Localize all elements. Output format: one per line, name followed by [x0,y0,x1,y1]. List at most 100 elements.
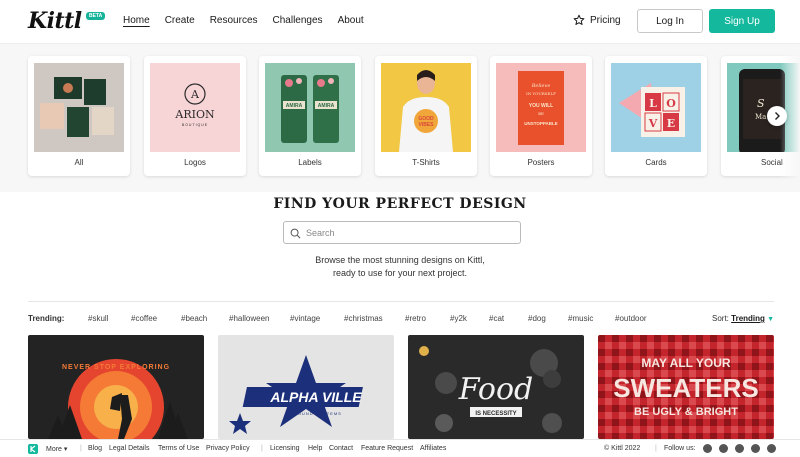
category-posters-thumbnail: Believe IN YOURSELF YOU WILL BE UNSTOPPA… [496,63,586,152]
tag-skull[interactable]: #skull [88,314,108,323]
category-card-tshirts[interactable]: GOOD VIBES T-Shirts [375,56,477,176]
nav-home[interactable]: Home [123,15,150,26]
label-brand-right: AMIRA [318,103,335,109]
footer-more[interactable]: More ▾ [46,445,67,453]
tag-beach[interactable]: #beach [181,314,207,323]
search-input[interactable] [306,225,516,240]
footer-link-feature-request[interactable]: Feature Request [361,445,413,452]
sort-label: Sort: [712,314,729,323]
tag-retro[interactable]: #retro [405,314,426,323]
nav-challenges[interactable]: Challenges [273,15,323,26]
svg-text:O: O [666,97,676,110]
category-label: T-Shirts [412,158,440,167]
tag-y2k[interactable]: #y2k [450,314,467,323]
tag-dog[interactable]: #dog [528,314,546,323]
hero-subtitle-line2: ready to use for your next project. [332,268,468,278]
sort-value[interactable]: Trending [731,314,765,323]
tag-outdoor[interactable]: #outdoor [615,314,647,323]
instagram-icon[interactable] [735,444,744,453]
design-line1: MAY ALL YOUR [641,356,730,370]
nav-create[interactable]: Create [165,15,195,26]
design-card[interactable]: MAY ALL YOUR SWEATERS BE UGLY & BRIGHT [598,335,774,439]
star-icon [573,14,585,25]
category-logos-thumbnail: A ARION BOUTIQUE [150,63,240,152]
footer-link-terms[interactable]: Terms of Use [158,445,199,452]
category-card-labels[interactable]: AMIRA AMIRA Labels [259,56,361,176]
footer-link-affiliates[interactable]: Affiliates [420,445,446,452]
pricing-label: Pricing [590,14,621,26]
carousel-next-button[interactable] [767,106,787,126]
tag-halloween[interactable]: #halloween [229,314,269,323]
design-thumbnail: ALPHA VILLE SOUND SYSTEMS [218,335,394,439]
pinterest-icon[interactable] [751,444,760,453]
twitter-icon[interactable] [719,444,728,453]
category-label: Posters [527,158,555,167]
design-line2: SWEATERS [613,373,758,403]
nav-about[interactable]: About [338,15,364,26]
hero-subtitle-line1: Browse the most stunning designs on Kitt… [315,255,485,265]
design-thumbnail: Food IS NECESSITY [408,335,584,439]
nav-resources[interactable]: Resources [210,15,258,26]
category-card-all[interactable]: All [28,56,130,176]
tag-music[interactable]: #music [568,314,593,323]
label-brand-left: AMIRA [286,103,303,109]
design-subtext: IS NECESSITY [475,411,516,417]
design-card[interactable]: NEVER STOP EXPLORING [28,335,204,439]
category-labels-thumbnail: AMIRA AMIRA [265,63,355,152]
tag-christmas[interactable]: #christmas [344,314,383,323]
kittl-mark-icon[interactable] [28,444,38,454]
section-divider [28,301,774,302]
svg-text:BE: BE [538,111,544,116]
svg-text:UNSTOPPABLE: UNSTOPPABLE [524,121,558,126]
footer-link-legal[interactable]: Legal Details [109,445,149,452]
design-text: Food [458,372,534,407]
design-text: ALPHA VILLE [269,389,362,405]
pricing-link[interactable]: Pricing [573,14,621,26]
top-nav: Kittl BETA Home Create Resources Challen… [0,0,800,44]
design-thumbnail: MAY ALL YOUR SWEATERS BE UGLY & BRIGHT [598,335,774,439]
caret-down-icon: ▼ [767,316,775,323]
arion-sub: BOUTIQUE [182,123,208,127]
kittl-logo[interactable]: Kittl [28,8,82,34]
category-card-cards[interactable]: L O V E Cards [605,56,707,176]
category-label: All [74,158,84,167]
hero-title: FIND YOUR PERFECT DESIGN [273,196,527,212]
svg-text:Believe: Believe [531,83,551,89]
svg-text:VIBES: VIBES [418,122,434,128]
tag-vintage[interactable]: #vintage [290,314,320,323]
footer-link-privacy[interactable]: Privacy Policy [206,445,250,452]
tag-coffee[interactable]: #coffee [131,314,157,323]
search-icon [290,228,301,239]
footer-link-licensing[interactable]: Licensing [270,445,300,452]
footer-link-help[interactable]: Help [308,445,322,452]
login-button[interactable]: Log In [637,9,703,33]
design-thumbnail: NEVER STOP EXPLORING [28,335,204,439]
footer-copyright: © Kittl 2022 [604,445,641,452]
svg-text:Ma: Ma [755,113,766,121]
design-line3: BE UGLY & BRIGHT [634,406,738,418]
svg-text:S: S [757,97,765,110]
category-label: Labels [298,158,322,167]
design-text: NEVER STOP EXPLORING [62,364,170,371]
svg-text:L: L [649,97,657,110]
arion-brand: ARION [174,108,215,121]
facebook-icon[interactable] [703,444,712,453]
signup-button[interactable]: Sign Up [709,9,775,33]
design-card[interactable]: Food IS NECESSITY [408,335,584,439]
category-all-thumbnail [34,63,124,152]
category-card-posters[interactable]: Believe IN YOURSELF YOU WILL BE UNSTOPPA… [490,56,592,176]
tag-cat[interactable]: #cat [489,314,504,323]
category-cards-thumbnail: L O V E [611,63,701,152]
category-label: Cards [645,158,667,167]
svg-text:A: A [190,88,200,101]
design-subtext: SOUND SYSTEMS [294,411,342,416]
sort-control[interactable]: Sort: Trending ▼ [712,314,774,323]
design-card[interactable]: ALPHA VILLE SOUND SYSTEMS [218,335,394,439]
svg-text:IN YOURSELF: IN YOURSELF [526,91,556,96]
search-box[interactable] [283,221,521,244]
category-card-logos[interactable]: A ARION BOUTIQUE Logos [144,56,246,176]
footer-link-contact[interactable]: Contact [329,445,353,452]
beta-badge: BETA [86,12,106,20]
youtube-icon[interactable] [767,444,776,453]
footer-link-blog[interactable]: Blog [88,445,102,452]
